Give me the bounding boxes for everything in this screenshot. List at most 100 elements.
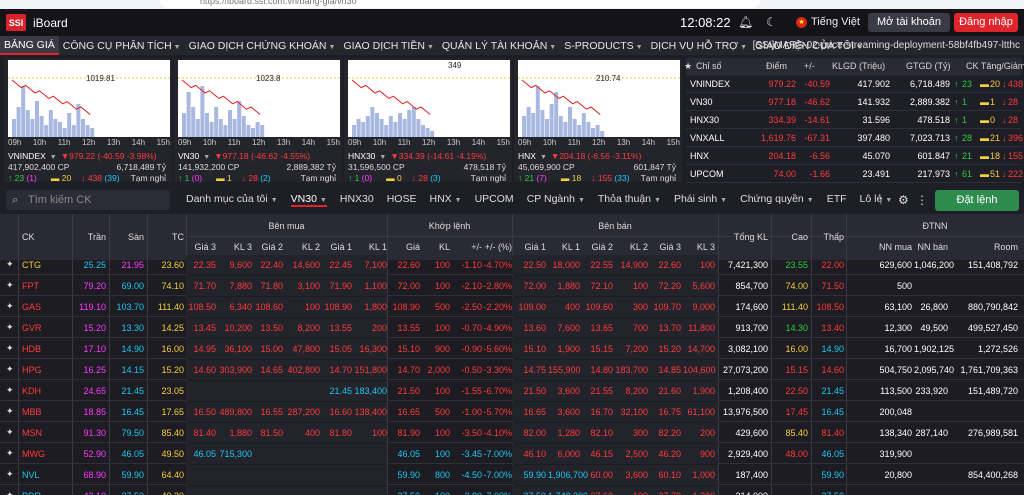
pin-icon[interactable]: ✦: [6, 406, 14, 417]
table-row[interactable]: ✦ HPG 16.25 14.15 15.20 14.60 303,900 14.65 402,…: [0, 360, 1024, 380]
pin-icon[interactable]: ✦: [6, 280, 14, 291]
table-row[interactable]: ✦ FPT 79.20 69.00 74.10 71.70 7,880 71.80 3,100 7…: [0, 276, 1024, 296]
stock-symbol[interactable]: GAS: [22, 302, 41, 312]
menu-item-6[interactable]: DỊCH VỤ HỖ TRỢ ▼: [647, 40, 752, 52]
cell-th-p: 81.40: [821, 428, 844, 438]
menu-item-2[interactable]: GIAO DỊCH CHỨNG KHOÁN ▼: [185, 40, 340, 52]
table-row[interactable]: ✦ NVL 68.90 59.90 64.40 59.90 800 -4.50 -7.00% 59…: [0, 465, 1024, 485]
pin-icon[interactable]: ✦: [6, 469, 14, 480]
cell-t-ng-kl: 3,082,100: [727, 344, 768, 354]
open-account-button[interactable]: Mở tài khoản: [868, 13, 950, 32]
stock-symbol[interactable]: KDH: [22, 386, 41, 396]
index-col-header: CK Tăng/Giảm: [966, 61, 1024, 71]
menu-item-4[interactable]: QUẢN LÝ TÀI KHOẢN ▼: [438, 40, 560, 52]
cell-kl-1: 1,880: [557, 281, 580, 291]
cell-kl-3: 1,880: [229, 428, 252, 438]
chart-plot: 210.74: [518, 60, 680, 137]
index-chart-vnindex[interactable]: 1019.81 09h 10h 11h 12h 13h 14h 15h VNINDEX ▼ ▼979…: [4, 59, 172, 183]
tab-4[interactable]: HNX ▼: [429, 193, 461, 207]
stock-symbol[interactable]: FPT: [22, 281, 39, 291]
tab-3[interactable]: HOSE: [387, 193, 417, 207]
cell-kl: 100: [422, 491, 450, 495]
tab-1[interactable]: VN30 ▼: [290, 193, 327, 207]
table-row[interactable]: ✦ KDH 24.65 21.45 23.05 21.45 183,400 21.50 100-…: [0, 381, 1024, 401]
index-chart-hnx30[interactable]: 349 09h 10h 11h 12h 13h 14h 15h HNX30 ▼ ▼334.39 (-…: [344, 59, 512, 183]
pin-icon[interactable]: ✦: [6, 427, 14, 438]
index-row-hnx[interactable]: HNX 204.18 -6.56 45.070 601.847 ↑ 21 ▬ 18 ↓ 155: [686, 148, 1023, 165]
table-row[interactable]: ✦ MBB 18.85 16.45 17.65 16.50 489,800 16.55 287,…: [0, 402, 1024, 422]
index-chart-hnx[interactable]: 210.74 09h 10h 11h 12h 13h 14h 15h HNX ▼ ▼204.18 (…: [514, 59, 682, 183]
cell-kl-3: 900: [699, 449, 715, 459]
ssi-logo[interactable]: SSI: [6, 14, 26, 31]
pin-icon[interactable]: ✦: [6, 343, 14, 354]
pin-icon[interactable]: ✦: [6, 322, 14, 333]
gear-icon[interactable]: ⚙: [898, 193, 909, 207]
cell-kl-3: 14,700: [687, 344, 715, 354]
arrow-up-icon[interactable]: ↑: [878, 193, 884, 207]
stock-symbol[interactable]: GVR: [22, 323, 42, 333]
index-summary: VN30 ▼ ▼977.18 (-46.62 -4.55%): [178, 151, 310, 161]
stock-symbol[interactable]: HDB: [22, 344, 41, 354]
tab-10[interactable]: ETF: [827, 193, 847, 207]
more-icon[interactable]: ⋮: [916, 193, 928, 207]
moon-icon[interactable]: ☾: [766, 15, 777, 29]
pin-icon[interactable]: ✦: [6, 490, 14, 495]
table-row[interactable]: ✦ GAS 119.10 103.70 111.40 108.50 6,340 108.60 1…: [0, 297, 1024, 317]
cell-kl-1: 1,906,700: [548, 470, 589, 480]
tab-7[interactable]: Thỏa thuận ▼: [598, 193, 661, 207]
peak-label: 1019.81: [86, 74, 115, 83]
stock-symbol[interactable]: CTG: [22, 260, 41, 270]
index-row-vnindex[interactable]: VNINDEX 979.22 -40.59 417.902 6,718.489 ↑ 23 ▬ 2…: [686, 76, 1023, 93]
time-tick: 10h: [32, 138, 47, 147]
bell-icon[interactable]: 🔔︎: [738, 15, 753, 29]
cell-gi-3: 16.50: [193, 407, 216, 417]
language-selector[interactable]: ★ Tiếng Việt: [796, 16, 860, 28]
cell-kl-1: 183,400: [354, 386, 387, 396]
stock-symbol[interactable]: MBB: [22, 407, 42, 417]
menu-item-1[interactable]: CÔNG CỤ PHÂN TÍCH ▼: [59, 40, 185, 52]
pin-icon[interactable]: ✦: [6, 301, 14, 312]
pin-icon[interactable]: ✦: [6, 385, 14, 396]
tab-2[interactable]: HNX30: [340, 193, 374, 207]
volume-bar: [25, 110, 30, 137]
menu-item-3[interactable]: GIAO DỊCH TIỀN ▼: [339, 40, 437, 52]
index-row-vnxall[interactable]: VNXALL 1,619.76 -67.31 397.480 7,023.713 ↑ 28 ▬…: [686, 130, 1023, 147]
stock-symbol[interactable]: MWG: [22, 449, 45, 459]
cell--: -2.10: [461, 281, 482, 291]
table-row[interactable]: ✦ MWG 52.90 46.05 49.50 46.05 715,300 46.05 100-…: [0, 444, 1024, 464]
pin-icon[interactable]: ✦: [6, 448, 14, 459]
menu-item-5[interactable]: S-PRODUCTS ▼: [560, 40, 646, 52]
index-row-hnx30[interactable]: HNX30 334.39 -14.61 31.596 478.518 ↑ 1 ▬ 0 ↓ 28: [686, 112, 1022, 129]
tab-9[interactable]: Chứng quyền ▼: [740, 193, 814, 207]
tab-6[interactable]: CP Ngành ▼: [527, 193, 585, 207]
tab-5[interactable]: UPCOM: [475, 193, 514, 207]
table-row[interactable]: ✦ CTG 25.25 21.95 23.60 22.35 9,600 22.40 14,600…: [0, 255, 1024, 275]
table-row[interactable]: ✦ HDB 17.10 14.90 16.00 14.95 36,100 15.00 47,80…: [0, 339, 1024, 359]
cell-kl-3: 1,900: [692, 386, 715, 396]
tab-8[interactable]: Phái sinh ▼: [674, 193, 727, 207]
pin-icon[interactable]: ✦: [6, 259, 14, 270]
place-order-button[interactable]: Đặt lệnh: [935, 190, 1019, 211]
stock-symbol[interactable]: NVL: [22, 470, 40, 480]
index-chart-vn30[interactable]: 1023.8 09h 10h 11h 12h 13h 14h 15h VN30 ▼ ▼977.18 …: [174, 59, 342, 183]
search-input[interactable]: ⌕ Tìm kiếm CK: [6, 190, 170, 210]
url-bar[interactable]: https://iboard.ssi.com.vn/bang-gia/vn30: [160, 0, 760, 8]
cell-kl-3: 9,600: [229, 260, 252, 270]
cell-kl-1: 3,600: [557, 386, 580, 396]
index-vol: 141.932: [857, 97, 890, 107]
index-row-vn30[interactable]: VN30 977.18 -46.62 141.932 2,889.382 ↑ 1 ▬ 1 ↓ 28: [686, 94, 1022, 111]
login-button[interactable]: Đăng nhập: [954, 13, 1018, 32]
stock-symbol[interactable]: HPG: [22, 365, 42, 375]
table-row[interactable]: ✦ MSN 91.30 79.50 85.40 81.40 1,880 81.50 400 81.…: [0, 423, 1024, 443]
table-row[interactable]: ✦PDR43.1037.5040.3037.50100-2.80-7.00%37…: [0, 486, 1024, 495]
stock-symbol[interactable]: PDR: [22, 491, 41, 495]
time-tick: 14h: [301, 138, 316, 147]
tab-11[interactable]: Lô lẻ ▼: [860, 193, 893, 207]
menu-item-0[interactable]: BẢNG GIÁ: [0, 36, 59, 55]
stock-symbol[interactable]: MSN: [22, 428, 42, 438]
table-row[interactable]: ✦ GVR 15.20 13.30 14.25 13.45 10,200 13.50 8,200…: [0, 318, 1024, 338]
tab-0[interactable]: Danh mục của tôi ▼: [186, 193, 278, 207]
time-tick: 15h: [156, 138, 170, 147]
pin-icon[interactable]: ✦: [6, 364, 14, 375]
index-row-upcom[interactable]: UPCOM 74.00 -1.66 23.491 217.973 ↑ 61 ▬ 51 ↓ 222: [686, 166, 1023, 183]
